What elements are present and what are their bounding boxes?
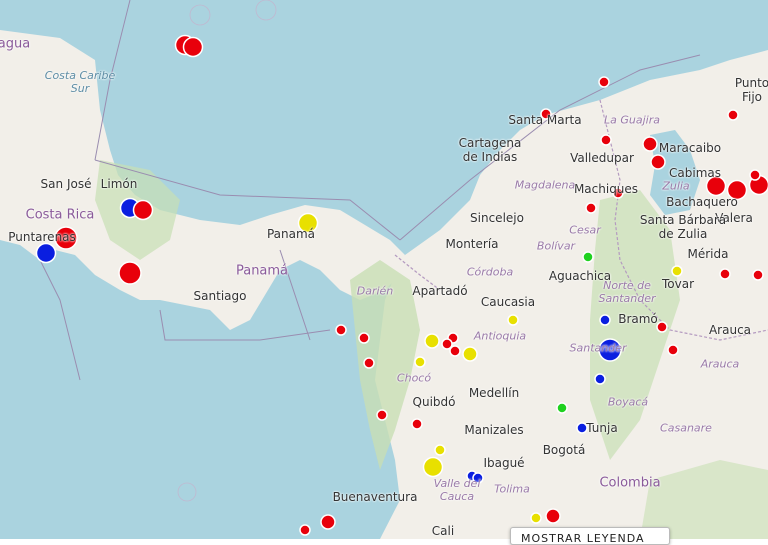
country-label-nicaragua: agua [0, 37, 30, 52]
city-label-apartado: Apartadó [412, 284, 467, 298]
earthquake-marker-red[interactable] [657, 322, 667, 332]
earthquake-marker-blue[interactable] [595, 374, 605, 384]
city-label-machiques: Machiques [574, 182, 638, 196]
city-label-limon: Limón [101, 177, 138, 191]
city-label-bachaquero: Bachaquero [666, 195, 738, 209]
earthquake-marker-yellow[interactable] [463, 347, 477, 361]
city-label-sincelejo: Sincelejo [470, 211, 524, 225]
city-label-ibague: Ibagué [483, 456, 524, 470]
region-label-antioquia: Antioquia [474, 330, 526, 343]
region-label-valle-cauca: Valle del Cauca [434, 477, 481, 503]
region-label-la-guajira: La Guajira [604, 114, 660, 127]
region-label-cordoba: Córdoba [467, 266, 513, 279]
city-label-cartagena: Cartagena de Indias [459, 136, 522, 164]
city-label-santa-marta: Santa Marta [508, 113, 581, 127]
region-label-boyaca: Boyacá [608, 396, 648, 409]
region-label-casanare: Casanare [660, 422, 712, 435]
region-label-choco: Chocó [397, 372, 431, 385]
earthquake-marker-red[interactable] [586, 203, 596, 213]
country-label-costa-rica: Costa Rica [26, 208, 95, 223]
country-label-panama: Panamá [236, 264, 288, 279]
region-label-cesar: Cesar [569, 224, 600, 237]
earthquake-marker-red[interactable] [134, 201, 153, 220]
region-label-costa-caribe-sur: Costa Caribe Sur [45, 69, 115, 95]
city-label-caucasia: Caucasia [481, 295, 535, 309]
earthquake-marker-yellow[interactable] [508, 315, 518, 325]
city-label-santa-barbara: Santa Bárbara de Zulia [640, 213, 726, 241]
city-label-puntarenas: Puntarenas [8, 230, 76, 244]
earthquake-marker-yellow[interactable] [672, 266, 682, 276]
city-label-santiago: Santiago [194, 289, 247, 303]
city-label-cali: Cali [432, 524, 454, 538]
earthquake-marker-red[interactable] [321, 515, 335, 529]
earthquake-marker-red[interactable] [728, 110, 738, 120]
earthquake-marker-red[interactable] [720, 269, 730, 279]
earthquake-marker-red[interactable] [119, 262, 141, 284]
city-label-merida: Mérida [688, 247, 729, 261]
earthquake-marker-red[interactable] [300, 525, 310, 535]
earthquake-marker-red[interactable] [750, 170, 760, 180]
show-legend-button[interactable]: MOSTRAR LEYENDA [510, 527, 670, 545]
region-label-magdalena: Magdalena [515, 179, 575, 192]
city-label-panama-city: Panamá [267, 227, 315, 241]
earthquake-marker-red[interactable] [643, 137, 657, 151]
city-label-buenaventura: Buenaventura [333, 490, 418, 504]
country-label-colombia: Colombia [599, 476, 660, 491]
earthquake-marker-yellow[interactable] [425, 334, 439, 348]
city-label-punto-fijo: Punto Fijo [735, 76, 768, 104]
earthquake-marker-red[interactable] [599, 77, 609, 87]
earthquake-marker-red[interactable] [364, 358, 374, 368]
city-label-medellin: Medellín [469, 386, 519, 400]
earthquake-marker-red[interactable] [546, 509, 560, 523]
city-label-manizales: Manizales [464, 423, 523, 437]
earthquake-marker-red[interactable] [601, 135, 611, 145]
earthquake-marker-yellow[interactable] [435, 445, 445, 455]
earthquake-marker-red[interactable] [668, 345, 678, 355]
region-label-norte-santander: Norte de Santander [599, 279, 656, 305]
region-label-bolivar: Bolívar [537, 240, 575, 253]
earthquake-marker-yellow[interactable] [531, 513, 541, 523]
region-label-tolima: Tolima [494, 483, 530, 496]
city-label-san-jose: San José [41, 177, 92, 191]
city-label-quibdo: Quibdó [413, 395, 456, 409]
city-label-bogota: Bogotá [543, 443, 586, 457]
earthquake-marker-red[interactable] [336, 325, 346, 335]
earthquake-marker-red[interactable] [412, 419, 422, 429]
city-label-tunja: Tunja [586, 421, 617, 435]
city-label-monteria: Montería [445, 237, 498, 251]
region-label-santander: Santander [570, 342, 627, 355]
earthquake-marker-red[interactable] [377, 410, 387, 420]
earthquake-marker-yellow[interactable] [415, 357, 425, 367]
region-label-darien: Darién [357, 285, 394, 298]
earthquake-marker-green[interactable] [583, 252, 593, 262]
earthquake-marker-red[interactable] [753, 270, 763, 280]
city-label-maracaibo: Maracaibo [659, 141, 721, 155]
earthquake-marker-red[interactable] [450, 346, 460, 356]
city-label-valledupar: Valledupar [570, 151, 634, 165]
city-label-cabimas: Cabimas [669, 166, 721, 180]
earthquake-marker-blue[interactable] [37, 244, 56, 263]
earthquake-marker-yellow[interactable] [424, 458, 443, 477]
city-label-bramon: Bramó [618, 312, 658, 326]
region-label-zulia: Zulia [662, 180, 689, 193]
earthquake-marker-blue[interactable] [600, 315, 610, 325]
earthquake-marker-red[interactable] [359, 333, 369, 343]
earthquake-marker-red[interactable] [184, 38, 203, 57]
region-label-arauca-dept: Arauca [701, 358, 740, 371]
city-label-tovar: Tovar [662, 277, 694, 291]
earthquake-marker-green[interactable] [557, 403, 567, 413]
earthquake-marker-red[interactable] [651, 155, 665, 169]
city-label-arauca: Arauca [709, 323, 751, 337]
